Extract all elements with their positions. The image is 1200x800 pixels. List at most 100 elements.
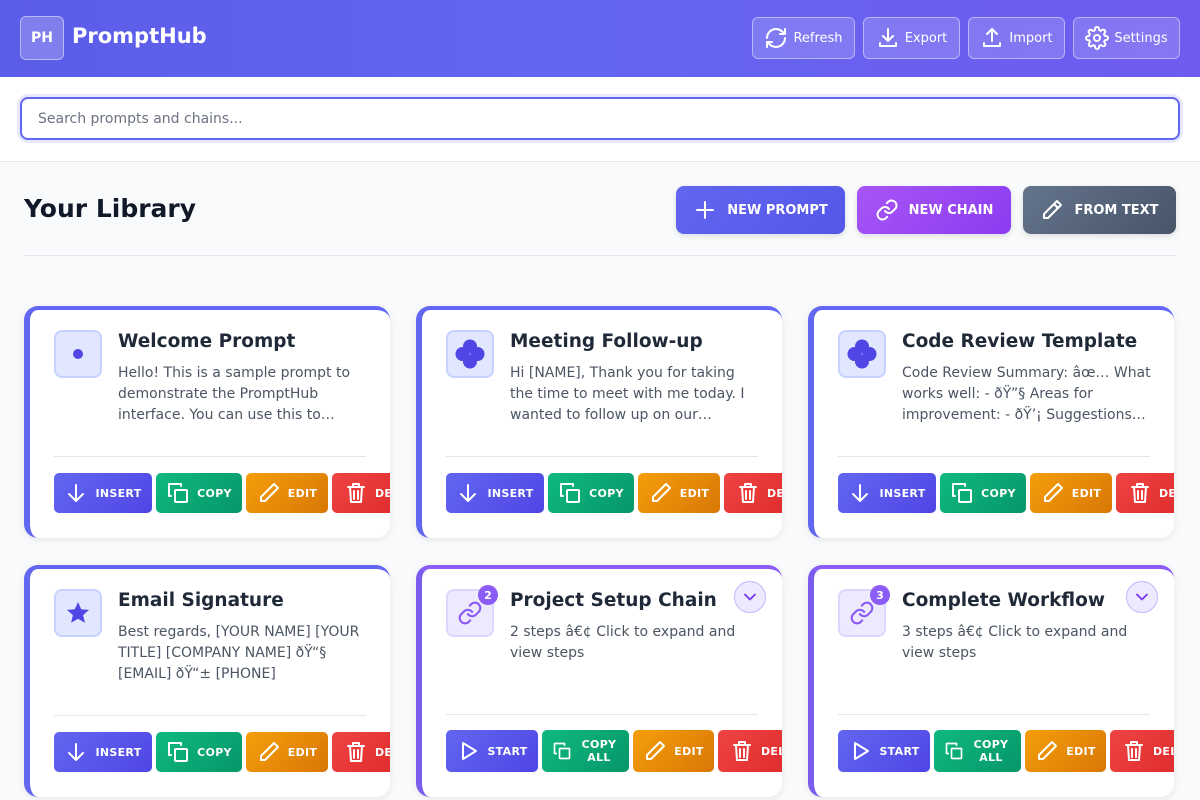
pencil-icon [259,483,279,502]
copy-all-label: COPY ALL [581,738,617,764]
star-icon [54,589,102,637]
insert-button[interactable]: INSERT [838,473,936,513]
delete-button[interactable]: DELETE [1110,730,1174,772]
trash-icon [739,483,757,503]
from-text-button[interactable]: FROM TEXT [1023,186,1176,234]
trash-icon [347,742,365,762]
chain-card[interactable]: Project Setup Chain 2 steps â€¢ Click to… [416,565,782,797]
app-title: PromptHub [72,24,207,48]
card-description: 3 steps â€¢ Click to expand and view ste… [902,624,1128,661]
insert-label: INSERT [487,486,534,500]
copy-icon [952,483,973,503]
arrow-down-icon [68,743,85,761]
edit-button[interactable]: EDIT [1030,473,1112,513]
insert-button[interactable]: INSERT [446,473,544,513]
copy-label: COPY [197,486,232,500]
export-button[interactable]: Export [863,17,960,59]
card-divider [838,714,1150,715]
pencil-icon [1038,741,1058,760]
card-description: 2 steps â€¢ Click to expand and view ste… [510,624,736,661]
edit-label: EDIT [1071,486,1102,500]
copy-label: COPY [981,486,1016,500]
refresh-button[interactable]: Refresh [752,17,855,59]
flower-icon [446,330,494,378]
edit-button[interactable]: EDIT [246,473,328,513]
copy-label: COPY [197,745,232,759]
delete-button[interactable]: DELETE [332,473,390,513]
copy-button[interactable]: COPY [156,473,242,513]
step-count-badge: 2 [478,585,498,605]
card-divider [54,715,366,716]
prompt-card[interactable]: Welcome Prompt Hello! This is a sample p… [24,306,390,538]
prompt-card[interactable]: Meeting Follow-up Hi [NAME], Thank you f… [416,306,782,538]
copy-all-button[interactable]: COPY ALL [934,730,1021,772]
export-label: Export [904,30,948,46]
expand-toggle[interactable] [734,581,766,613]
card-title: Complete Workflow [902,590,1105,611]
delete-label: DELETE [1153,744,1174,758]
pencil-icon [1043,483,1063,502]
card-divider [54,456,366,457]
copy-icon [560,483,581,503]
trash-icon [733,741,751,761]
app-logo: PH [20,16,64,60]
chain-card[interactable]: Complete Workflow 3 steps â€¢ Click to e… [808,565,1174,797]
delete-button[interactable]: DELETE [718,730,782,772]
settings-label: Settings [1114,30,1168,46]
new-chain-button[interactable]: NEW CHAIN [857,186,1011,234]
copy-button[interactable]: COPY [940,473,1026,513]
delete-label: DELETE [767,486,782,500]
copy-button[interactable]: COPY [548,473,634,513]
delete-button[interactable]: DELETE [1116,473,1174,513]
new-prompt-button[interactable]: NEW PROMPT [676,186,845,234]
copy-icon [168,742,189,762]
start-button[interactable]: START [838,730,930,772]
section-divider [24,255,1176,256]
pencil-icon [651,483,671,502]
step-count-badge: 3 [870,585,890,605]
delete-label: DELETE [375,486,390,500]
edit-button[interactable]: EDIT [633,730,714,772]
pencil-icon [646,741,666,760]
copy-button[interactable]: COPY [156,732,242,772]
copy-icon [945,742,963,760]
arrow-down-icon [852,484,869,502]
play-icon [854,742,870,760]
card-description: Best regards, [YOUR NAME] [YOUR TITLE] [… [118,624,360,682]
flower-icon [838,330,886,378]
from-text-label: FROM TEXT [1074,202,1159,218]
edit-label: EDIT [287,486,318,500]
refresh-icon [766,28,787,48]
insert-label: INSERT [95,745,142,759]
start-button[interactable]: START [446,730,538,772]
trash-icon [1131,483,1149,503]
insert-button[interactable]: INSERT [54,473,152,513]
search-section [0,77,1200,162]
settings-button[interactable]: Settings [1073,17,1180,59]
arrow-down-icon [460,484,477,502]
chevron-down-icon [744,593,756,601]
upload-icon [983,28,1002,47]
card-title: Meeting Follow-up [510,331,703,352]
new-prompt-label: NEW PROMPT [727,202,828,218]
search-input[interactable] [20,97,1180,140]
prompt-card[interactable]: Code Review Template Code Review Summary… [808,306,1174,538]
edit-button[interactable]: EDIT [638,473,720,513]
delete-button[interactable]: DELETE [724,473,782,513]
edit-label: EDIT [287,745,318,759]
card-description: Hi [NAME], Thank you for taking the time… [510,365,745,423]
prompt-card[interactable]: Email Signature Best regards, [YOUR NAME… [24,565,390,797]
card-divider [446,456,758,457]
insert-button[interactable]: INSERT [54,732,152,772]
delete-button[interactable]: DELETE [332,732,390,772]
card-description: Hello! This is a sample prompt to demons… [118,365,351,423]
edit-button[interactable]: EDIT [246,732,328,772]
pencil-icon [259,742,279,761]
copy-all-label: COPY ALL [973,738,1009,764]
import-button[interactable]: Import [968,17,1065,59]
copy-all-button[interactable]: COPY ALL [542,730,629,772]
chevron-down-icon [1136,593,1148,601]
trash-icon [1125,741,1143,761]
expand-toggle[interactable] [1126,581,1158,613]
edit-button[interactable]: EDIT [1025,730,1106,772]
